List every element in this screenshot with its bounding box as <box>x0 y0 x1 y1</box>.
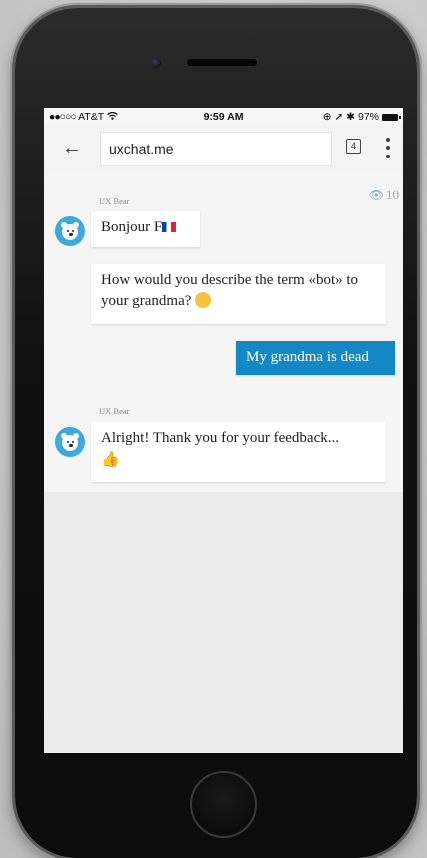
bot-message: Bonjour F <box>91 211 200 247</box>
bear-avatar <box>55 427 85 457</box>
user-message: My grandma is dead <box>236 341 395 375</box>
more-vertical-icon[interactable] <box>386 138 392 158</box>
status-bar: ●●○○○ AT&T 9:59 AM ⊕ ➚ ✱ 97% <box>44 108 403 126</box>
sender-name: UX Bear <box>99 196 130 206</box>
earpiece-speaker <box>187 59 257 66</box>
tab-switcher-button[interactable]: 4 <box>346 139 361 154</box>
bot-message: How would you describe the term «bot» to… <box>91 264 386 324</box>
status-indicators: ⊕ ➚ ✱ <box>322 111 355 123</box>
bear-avatar <box>55 216 85 246</box>
browser-toolbar: ← uxchat.me 4 <box>44 126 403 174</box>
home-button[interactable] <box>190 771 257 838</box>
battery-icon <box>382 113 401 121</box>
sender-name: UX Bear <box>99 406 130 416</box>
back-arrow-icon[interactable]: ← <box>62 136 82 160</box>
screen: ●●○○○ AT&T 9:59 AM ⊕ ➚ ✱ 97% ← uxchat.me… <box>44 108 403 753</box>
flag-france-icon <box>162 222 177 232</box>
thumbs-up-icon: 👍 <box>101 450 120 468</box>
thinking-face-icon <box>195 292 212 308</box>
url-bar[interactable]: uxchat.me <box>100 132 332 166</box>
eye-icon: 👁 <box>368 188 384 202</box>
visit-counter: 👁 10 <box>368 187 399 202</box>
chat-area: 👁 10 UX Bear Bonjour F How would you desc… <box>44 174 403 492</box>
front-camera <box>151 58 161 68</box>
bot-message: Alright! Thank you for your feedback... 👍 <box>91 422 386 482</box>
battery-percent: 97% <box>357 111 379 123</box>
